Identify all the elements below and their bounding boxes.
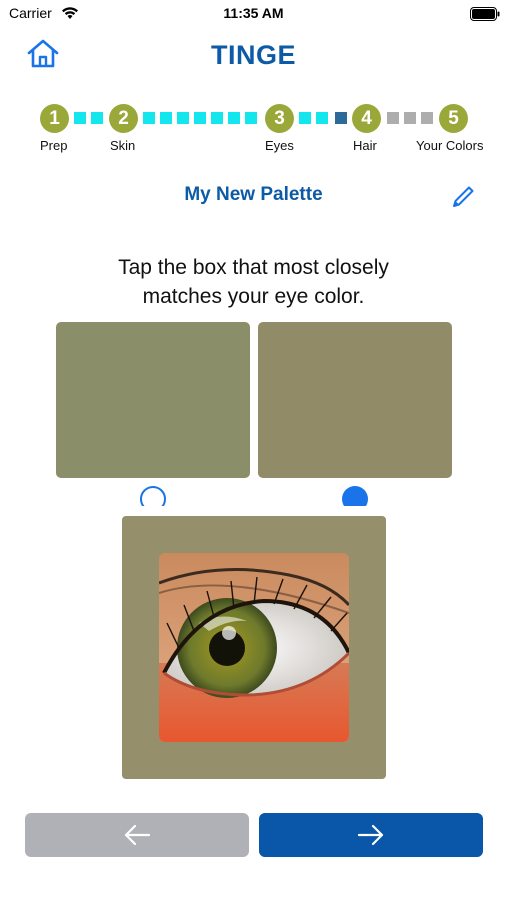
edit-palette-button[interactable] <box>450 184 476 210</box>
eye-photo <box>159 553 349 742</box>
status-bar: Carrier 11:35 AM <box>0 0 507 30</box>
step-4-circle: 4 <box>352 104 381 133</box>
instruction-text: Tap the box that most closely matches yo… <box>60 253 447 311</box>
arrow-left-icon <box>124 824 151 846</box>
progress-segment <box>228 112 240 124</box>
progress-segment-pending <box>404 112 416 124</box>
progress-segment <box>177 112 189 124</box>
progress-segment <box>316 112 328 124</box>
step-1-label: Prep <box>40 138 68 153</box>
progress-segment <box>299 112 311 124</box>
step-2-circle: 2 <box>109 104 138 133</box>
pencil-icon <box>453 186 474 207</box>
next-button[interactable] <box>259 813 483 857</box>
step-3-label: Eyes <box>265 138 294 153</box>
palette-name: My New Palette <box>184 184 323 205</box>
instruction-line-1: Tap the box that most closely <box>118 256 389 279</box>
clock: 11:35 AM <box>223 5 284 21</box>
app-title: TINGE <box>210 40 296 70</box>
progress-segment-pending <box>387 112 399 124</box>
progress-segment <box>143 112 155 124</box>
step-4-label: Hair <box>353 138 377 153</box>
step-1-circle: 1 <box>40 104 69 133</box>
arrow-right-icon <box>357 824 384 846</box>
progress-segment-current <box>335 112 347 124</box>
progress-segment-pending <box>421 112 433 124</box>
step-5-label: Your Colors <box>416 138 484 153</box>
progress-segment <box>91 112 103 124</box>
color-swatch-2[interactable] <box>258 322 452 478</box>
progress-segment <box>211 112 223 124</box>
swatch-1-radio[interactable] <box>140 486 166 506</box>
swatch-2-radio[interactable] <box>342 486 368 506</box>
progress-segment <box>74 112 86 124</box>
progress-segment <box>160 112 172 124</box>
step-2-label: Skin <box>110 138 136 153</box>
swatch-radio-row <box>0 486 507 506</box>
step-5-circle: 5 <box>439 104 468 133</box>
battery-icon <box>470 7 500 21</box>
progress-segment <box>194 112 206 124</box>
eye-preview-panel <box>122 516 386 779</box>
progress-stepper: 1 2 3 4 5 Prep Skin Eyes Hair Your Color… <box>0 104 507 154</box>
instruction-line-2: matches your eye color. <box>142 285 365 308</box>
progress-segment <box>245 112 257 124</box>
color-swatch-1[interactable] <box>56 322 250 478</box>
step-3-circle: 3 <box>265 104 294 133</box>
back-button[interactable] <box>25 813 249 857</box>
